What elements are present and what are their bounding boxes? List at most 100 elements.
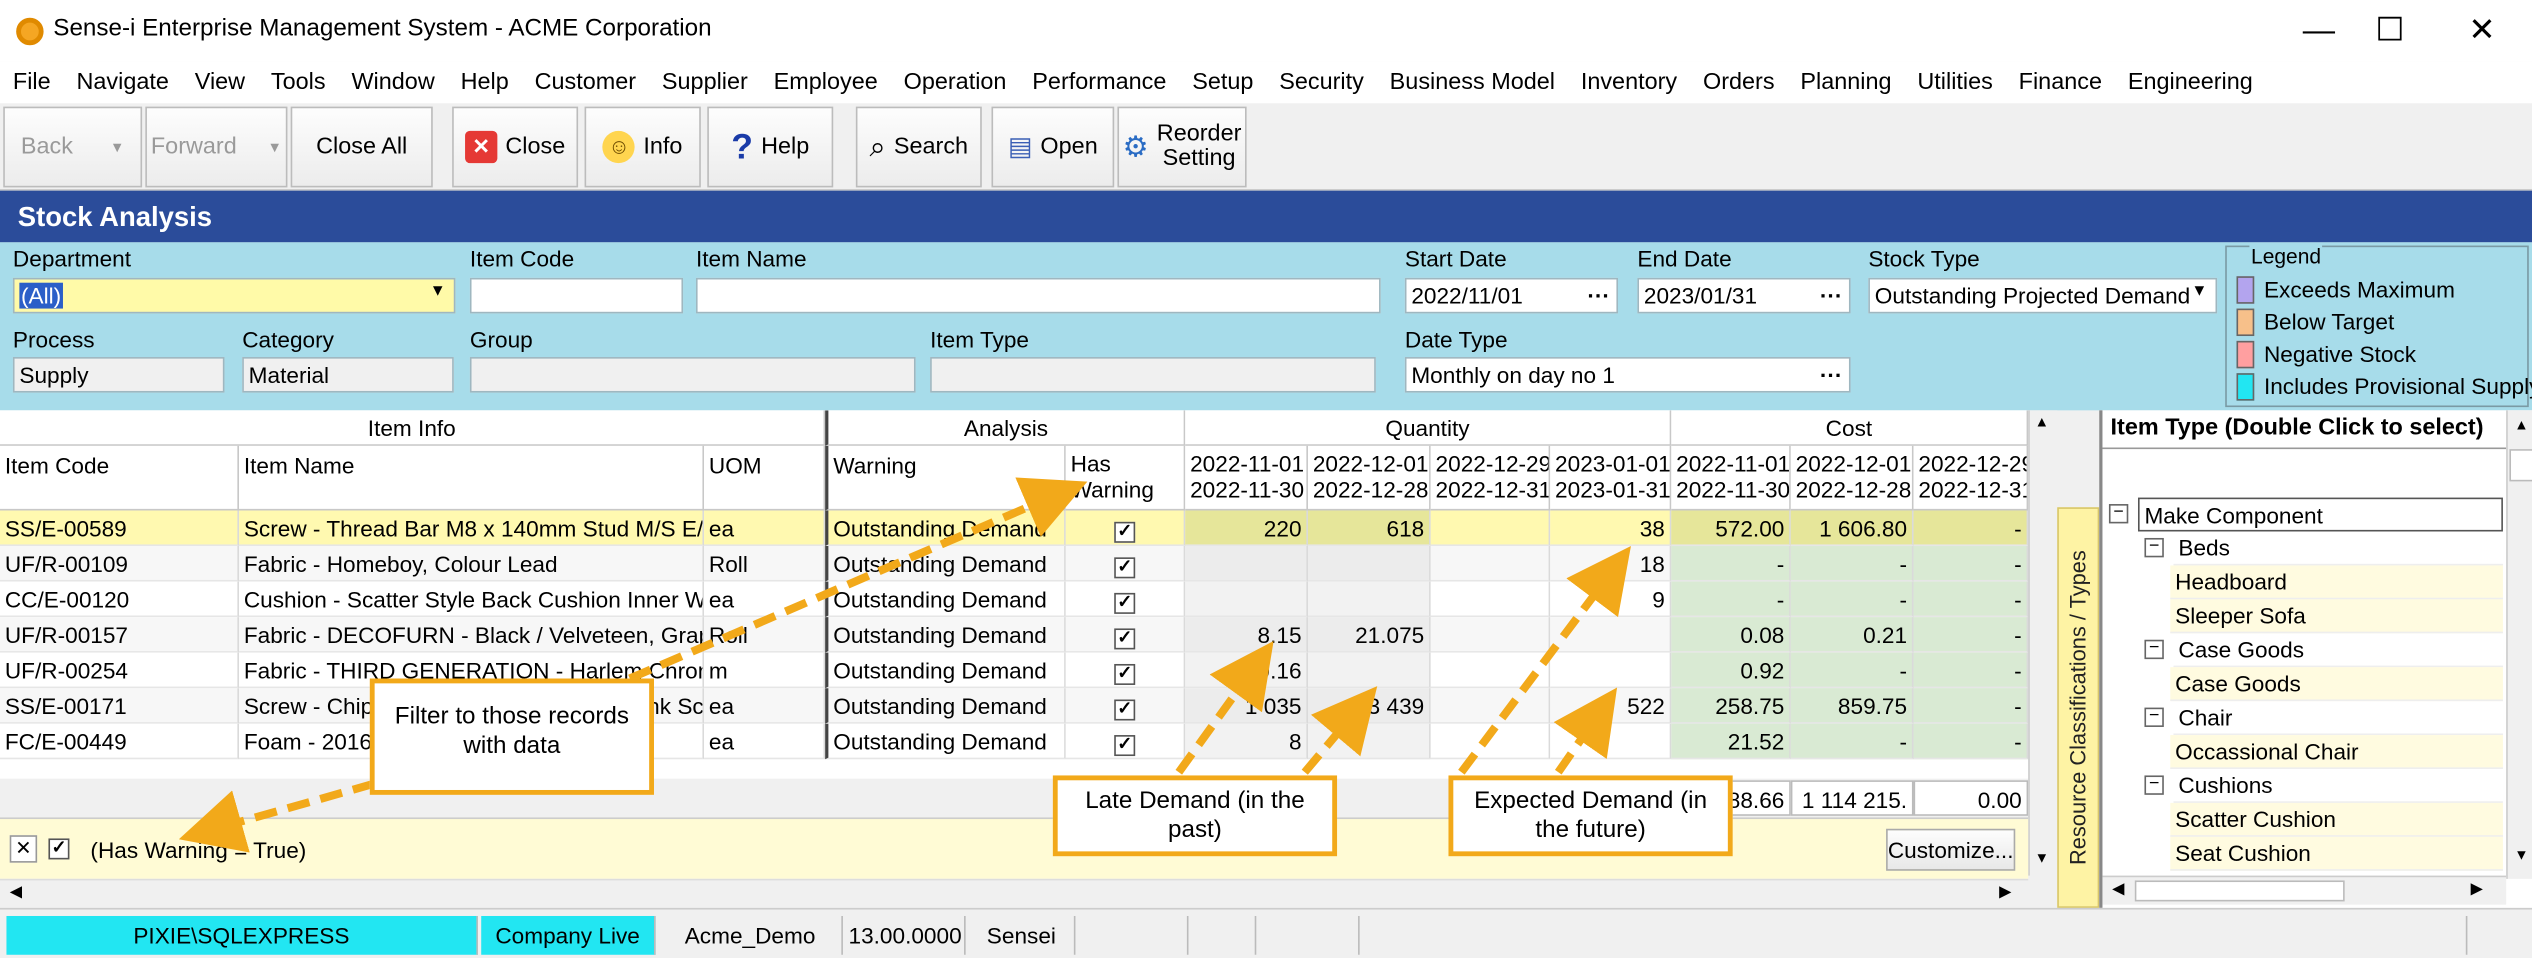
cell-cost-period-3[interactable]: - <box>1913 652 2029 689</box>
cell-qty-period-2[interactable]: 21.075 <box>1307 617 1431 653</box>
cell-cost-period-3[interactable]: - <box>1913 617 2029 653</box>
menu-help[interactable]: Help <box>461 69 522 95</box>
cell-cost-period-3[interactable]: - <box>1913 581 2029 618</box>
resource-classifications-tab[interactable]: Resource Classifications / Types <box>2057 507 2100 908</box>
cell-warning[interactable]: Outstanding Demand <box>825 510 1066 547</box>
cell-qty-period-1[interactable]: 220 <box>1185 510 1308 547</box>
column-header-warning[interactable]: Warning <box>825 445 1066 511</box>
scroll-down-icon[interactable]: ▼ <box>2035 850 2049 866</box>
cell-cost-period-3[interactable]: - <box>1913 723 2029 760</box>
chevron-down-icon[interactable]: ▼ <box>267 139 281 155</box>
cell-qty-period-4[interactable]: 522 <box>1550 688 1672 724</box>
table-row[interactable]: SS/E-00589 Screw - Thread Bar M8 x 140mm … <box>0 510 2029 547</box>
column-header-has-warning[interactable]: Has Warning <box>1065 445 1186 511</box>
tree-vertical-scrollbar[interactable]: ▲ ▼ <box>2506 410 2532 879</box>
cell-cost-period-2[interactable]: - <box>1790 723 1914 760</box>
scroll-up-icon[interactable]: ▲ <box>2514 417 2528 433</box>
forward-button[interactable]: Forward ▼ <box>145 106 288 188</box>
tree-node[interactable]: Cushions <box>2173 769 2503 803</box>
cell-qty-period-3[interactable] <box>1430 723 1551 760</box>
cell-warning[interactable]: Outstanding Demand <box>825 723 1066 760</box>
cell-qty-period-4[interactable] <box>1550 723 1672 760</box>
cell-item-code[interactable]: UF/R-00109 <box>0 546 239 582</box>
process-input[interactable]: Supply <box>12 357 225 393</box>
cell-warning[interactable]: Outstanding Demand <box>825 688 1066 724</box>
cell-warning[interactable]: Outstanding Demand <box>825 617 1066 653</box>
menu-performance[interactable]: Performance <box>1032 69 1179 95</box>
scroll-left-icon[interactable]: ◀ <box>10 884 22 902</box>
cell-qty-period-2[interactable]: 3 439 <box>1307 688 1431 724</box>
has-warning-checkbox[interactable]: ✓ <box>1114 735 1136 757</box>
cell-qty-period-4[interactable]: 9 <box>1550 581 1672 618</box>
cell-item-code[interactable]: UF/R-00157 <box>0 617 239 653</box>
category-input[interactable]: Material <box>242 357 454 393</box>
column-header-qty-period-1[interactable]: 2022-11-01 2022-11-30 <box>1185 445 1308 511</box>
item-code-input[interactable] <box>469 277 684 314</box>
scroll-right-icon[interactable]: ▶ <box>2471 880 2483 898</box>
cell-cost-period-1[interactable]: 21.52 <box>1671 723 1791 760</box>
cell-uom[interactable]: m <box>704 652 826 689</box>
cell-has-warning[interactable]: ✓ <box>1065 546 1186 582</box>
cell-cost-period-2[interactable]: - <box>1790 652 1914 689</box>
menu-utilities[interactable]: Utilities <box>1917 69 2005 95</box>
scroll-down-icon[interactable]: ▼ <box>2514 847 2528 863</box>
cell-qty-period-1[interactable] <box>1185 546 1308 582</box>
cell-has-warning[interactable]: ✓ <box>1065 617 1186 653</box>
scroll-up-icon[interactable]: ▲ <box>2035 414 2049 430</box>
cell-has-warning[interactable]: ✓ <box>1065 688 1186 724</box>
menu-operation[interactable]: Operation <box>904 69 1020 95</box>
cell-has-warning[interactable]: ✓ <box>1065 723 1186 760</box>
has-warning-checkbox[interactable]: ✓ <box>1114 557 1136 579</box>
cell-qty-period-1[interactable]: 8.15 <box>1185 617 1308 653</box>
table-row[interactable]: CC/E-00120 Cushion - Scatter Style Back C… <box>0 581 2029 618</box>
cell-qty-period-4[interactable]: 38 <box>1550 510 1672 547</box>
menu-engineering[interactable]: Engineering <box>2128 69 2266 95</box>
cell-cost-period-2[interactable]: 859.75 <box>1790 688 1914 724</box>
maximize-button[interactable]: ☐ <box>2354 10 2425 52</box>
cell-qty-period-1[interactable]: 9.16 <box>1185 652 1308 689</box>
cell-cost-period-1[interactable]: 0.92 <box>1671 652 1791 689</box>
tree-expander-icon[interactable]: − <box>2144 639 2164 660</box>
close-all-button[interactable]: Close All <box>290 106 433 188</box>
scroll-thumb[interactable] <box>2509 449 2532 482</box>
chevron-down-icon[interactable]: ▼ <box>2191 283 2207 301</box>
menu-view[interactable]: View <box>195 69 258 95</box>
column-header-cost-period-3[interactable]: 2022-12-29 2022-12-31 <box>1913 445 2029 511</box>
filter-enabled-checkbox[interactable]: ✓ <box>48 838 70 860</box>
cell-item-name[interactable]: Fabric - Homeboy, Colour Lead <box>238 546 705 582</box>
cell-item-name[interactable]: Fabric - DECOFURN - Black / Velveteen, G… <box>238 617 705 653</box>
cell-cost-period-1[interactable]: - <box>1671 581 1791 618</box>
tree-horizontal-scrollbar[interactable]: ◀ ▶ <box>2102 875 2507 905</box>
cell-qty-period-4[interactable] <box>1550 617 1672 653</box>
cell-warning[interactable]: Outstanding Demand <box>825 581 1066 618</box>
tree-node[interactable]: Case Goods <box>2170 667 2503 702</box>
tree-expander-icon[interactable]: − <box>2144 707 2164 727</box>
tree-node[interactable]: Scatter Cushion <box>2170 802 2503 837</box>
menu-orders[interactable]: Orders <box>1703 69 1787 95</box>
close-window-button[interactable]: ✕ <box>2446 10 2517 52</box>
reorder-setting-button[interactable]: ⚙ Reorder Setting <box>1117 106 1247 188</box>
tree-node[interactable]: Case Goods <box>2173 633 2503 668</box>
menu-business-model[interactable]: Business Model <box>1390 69 1568 95</box>
date-type-input[interactable]: Monthly on day no 1 ··· <box>1404 357 1851 393</box>
start-date-input[interactable]: 2022/11/01 ··· <box>1404 277 1619 314</box>
item-name-input[interactable] <box>695 277 1381 314</box>
cell-qty-period-3[interactable] <box>1430 581 1551 618</box>
cell-has-warning[interactable]: ✓ <box>1065 510 1186 547</box>
cell-cost-period-2[interactable]: 1 606.80 <box>1790 510 1914 547</box>
open-button[interactable]: ▤ Open <box>991 106 1115 188</box>
cell-uom[interactable]: Roll <box>704 546 826 582</box>
menu-tools[interactable]: Tools <box>271 69 339 95</box>
cell-qty-period-2[interactable]: 618 <box>1307 510 1431 547</box>
cell-cost-period-2[interactable]: - <box>1790 546 1914 582</box>
tree-node[interactable]: Beds <box>2173 531 2503 566</box>
column-header-item-name[interactable]: Item Name <box>238 445 705 511</box>
cell-qty-period-3[interactable] <box>1430 546 1551 582</box>
column-header-qty-period-4[interactable]: 2023-01-01 2023-01-31 <box>1550 445 1672 511</box>
close-button[interactable]: ✕ Close <box>452 106 579 188</box>
cell-has-warning[interactable]: ✓ <box>1065 652 1186 689</box>
cell-item-code[interactable]: SS/E-00589 <box>0 510 239 547</box>
cell-item-code[interactable]: UF/R-00254 <box>0 652 239 689</box>
has-warning-checkbox[interactable]: ✓ <box>1114 699 1136 721</box>
cell-qty-period-2[interactable] <box>1307 723 1431 760</box>
